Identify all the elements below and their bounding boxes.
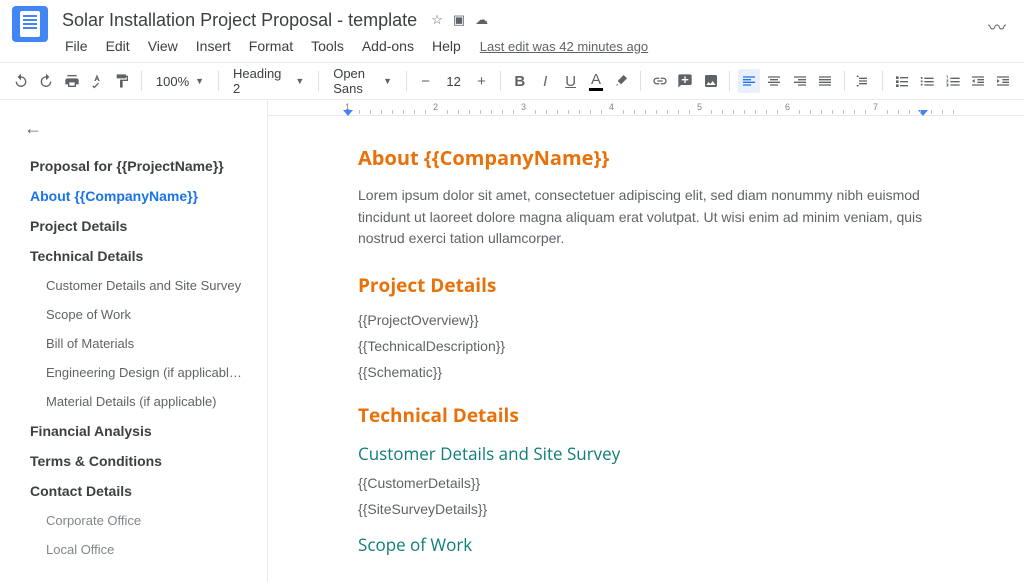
- underline-icon[interactable]: U: [560, 69, 581, 93]
- outline-item[interactable]: Material Details (if applicable): [18, 387, 253, 416]
- bold-icon[interactable]: B: [509, 69, 530, 93]
- template-placeholder: {{TechnicalDescription}}: [358, 338, 934, 354]
- increase-indent-icon[interactable]: [993, 69, 1014, 93]
- star-icon[interactable]: ☆: [431, 12, 443, 28]
- outline-item[interactable]: Project Details: [18, 211, 253, 241]
- heading-project-details: Project Details: [358, 272, 934, 298]
- cloud-status-icon[interactable]: ☁: [475, 12, 488, 28]
- document-title[interactable]: Solar Installation Project Proposal - te…: [58, 8, 421, 33]
- font-dropdown[interactable]: Open Sans▼: [327, 64, 398, 98]
- font-size-decrease-icon[interactable]: −: [415, 69, 436, 93]
- heading-about: About {{CompanyName}}: [358, 144, 934, 171]
- template-placeholder: {{ProjectOverview}}: [358, 312, 934, 328]
- outline-item[interactable]: Engineering Design (if applicabl…: [18, 358, 253, 387]
- align-left-icon[interactable]: [738, 69, 759, 93]
- print-icon[interactable]: [61, 69, 82, 93]
- insert-image-icon[interactable]: [700, 69, 721, 93]
- document-canvas: 1234567 About {{CompanyName}} Lorem ipsu…: [268, 100, 1024, 582]
- menu-tools[interactable]: Tools: [304, 34, 351, 58]
- zoom-dropdown[interactable]: 100%▼: [150, 72, 210, 91]
- numbered-list-icon[interactable]: [942, 69, 963, 93]
- menu-view[interactable]: View: [141, 34, 185, 58]
- outline-panel: ← Proposal for {{ProjectName}}About {{Co…: [0, 100, 268, 582]
- line-spacing-icon[interactable]: [853, 69, 874, 93]
- text-color-icon[interactable]: A: [585, 69, 606, 93]
- insert-link-icon[interactable]: [649, 69, 670, 93]
- redo-icon[interactable]: [35, 69, 56, 93]
- titlebar: Solar Installation Project Proposal - te…: [0, 0, 1024, 32]
- highlight-color-icon[interactable]: [611, 69, 632, 93]
- decrease-indent-icon[interactable]: [967, 69, 988, 93]
- last-edit-link[interactable]: Last edit was 42 minutes ago: [480, 39, 648, 54]
- align-justify-icon[interactable]: [814, 69, 835, 93]
- outline-item[interactable]: Customer Details and Site Survey: [18, 271, 253, 300]
- bullet-list-icon[interactable]: [916, 69, 937, 93]
- outline-item[interactable]: Terms & Conditions: [18, 446, 253, 476]
- heading-customer-survey: Customer Details and Site Survey: [358, 442, 934, 465]
- font-size-increase-icon[interactable]: +: [471, 69, 492, 93]
- about-body-text: Lorem ipsum dolor sit amet, consectetuer…: [358, 185, 934, 250]
- checklist-icon[interactable]: [891, 69, 912, 93]
- outline-item[interactable]: Financial Analysis: [18, 416, 253, 446]
- outline-item[interactable]: Bill of Materials: [18, 329, 253, 358]
- menubar: File Edit View Insert Format Tools Add-o…: [0, 32, 1024, 62]
- style-dropdown[interactable]: Heading 2▼: [227, 64, 310, 98]
- spellcheck-icon[interactable]: [86, 69, 107, 93]
- outline-item[interactable]: Local Office: [18, 535, 253, 564]
- paint-format-icon[interactable]: [112, 69, 133, 93]
- menu-insert[interactable]: Insert: [189, 34, 238, 58]
- outline-back-icon[interactable]: ←: [24, 118, 253, 139]
- undo-icon[interactable]: [10, 69, 31, 93]
- italic-icon[interactable]: I: [535, 69, 556, 93]
- menu-help[interactable]: Help: [425, 34, 468, 58]
- outline-item[interactable]: Scope of Work: [18, 300, 253, 329]
- more-icon[interactable]: 〰: [988, 14, 1006, 40]
- outline-item[interactable]: Corporate Office: [18, 506, 253, 535]
- outline-item[interactable]: About {{CompanyName}}: [18, 181, 253, 211]
- page-content[interactable]: About {{CompanyName}} Lorem ipsum dolor …: [268, 116, 1024, 582]
- move-icon[interactable]: ▣: [453, 12, 465, 28]
- menu-file[interactable]: File: [58, 34, 95, 58]
- menu-addons[interactable]: Add-ons: [355, 34, 421, 58]
- template-placeholder: {{SiteSurveyDetails}}: [358, 501, 934, 517]
- outline-item[interactable]: Technical Details: [18, 241, 253, 271]
- menu-format[interactable]: Format: [242, 34, 300, 58]
- heading-scope-work: Scope of Work: [358, 533, 934, 556]
- horizontal-ruler[interactable]: 1234567: [268, 100, 1024, 116]
- template-placeholder: {{Schematic}}: [358, 364, 934, 380]
- align-center-icon[interactable]: [764, 69, 785, 93]
- toolbar: 100%▼ Heading 2▼ Open Sans▼ − 12 + B I U…: [0, 62, 1024, 100]
- align-right-icon[interactable]: [789, 69, 810, 93]
- insert-comment-icon[interactable]: [674, 69, 695, 93]
- outline-item[interactable]: Proposal for {{ProjectName}}: [18, 151, 253, 181]
- docs-logo-icon[interactable]: [12, 6, 48, 42]
- font-size-field[interactable]: 12: [440, 72, 466, 91]
- outline-item[interactable]: Contact Details: [18, 476, 253, 506]
- heading-technical-details: Technical Details: [358, 402, 934, 428]
- template-placeholder: {{CustomerDetails}}: [358, 475, 934, 491]
- menu-edit[interactable]: Edit: [99, 34, 137, 58]
